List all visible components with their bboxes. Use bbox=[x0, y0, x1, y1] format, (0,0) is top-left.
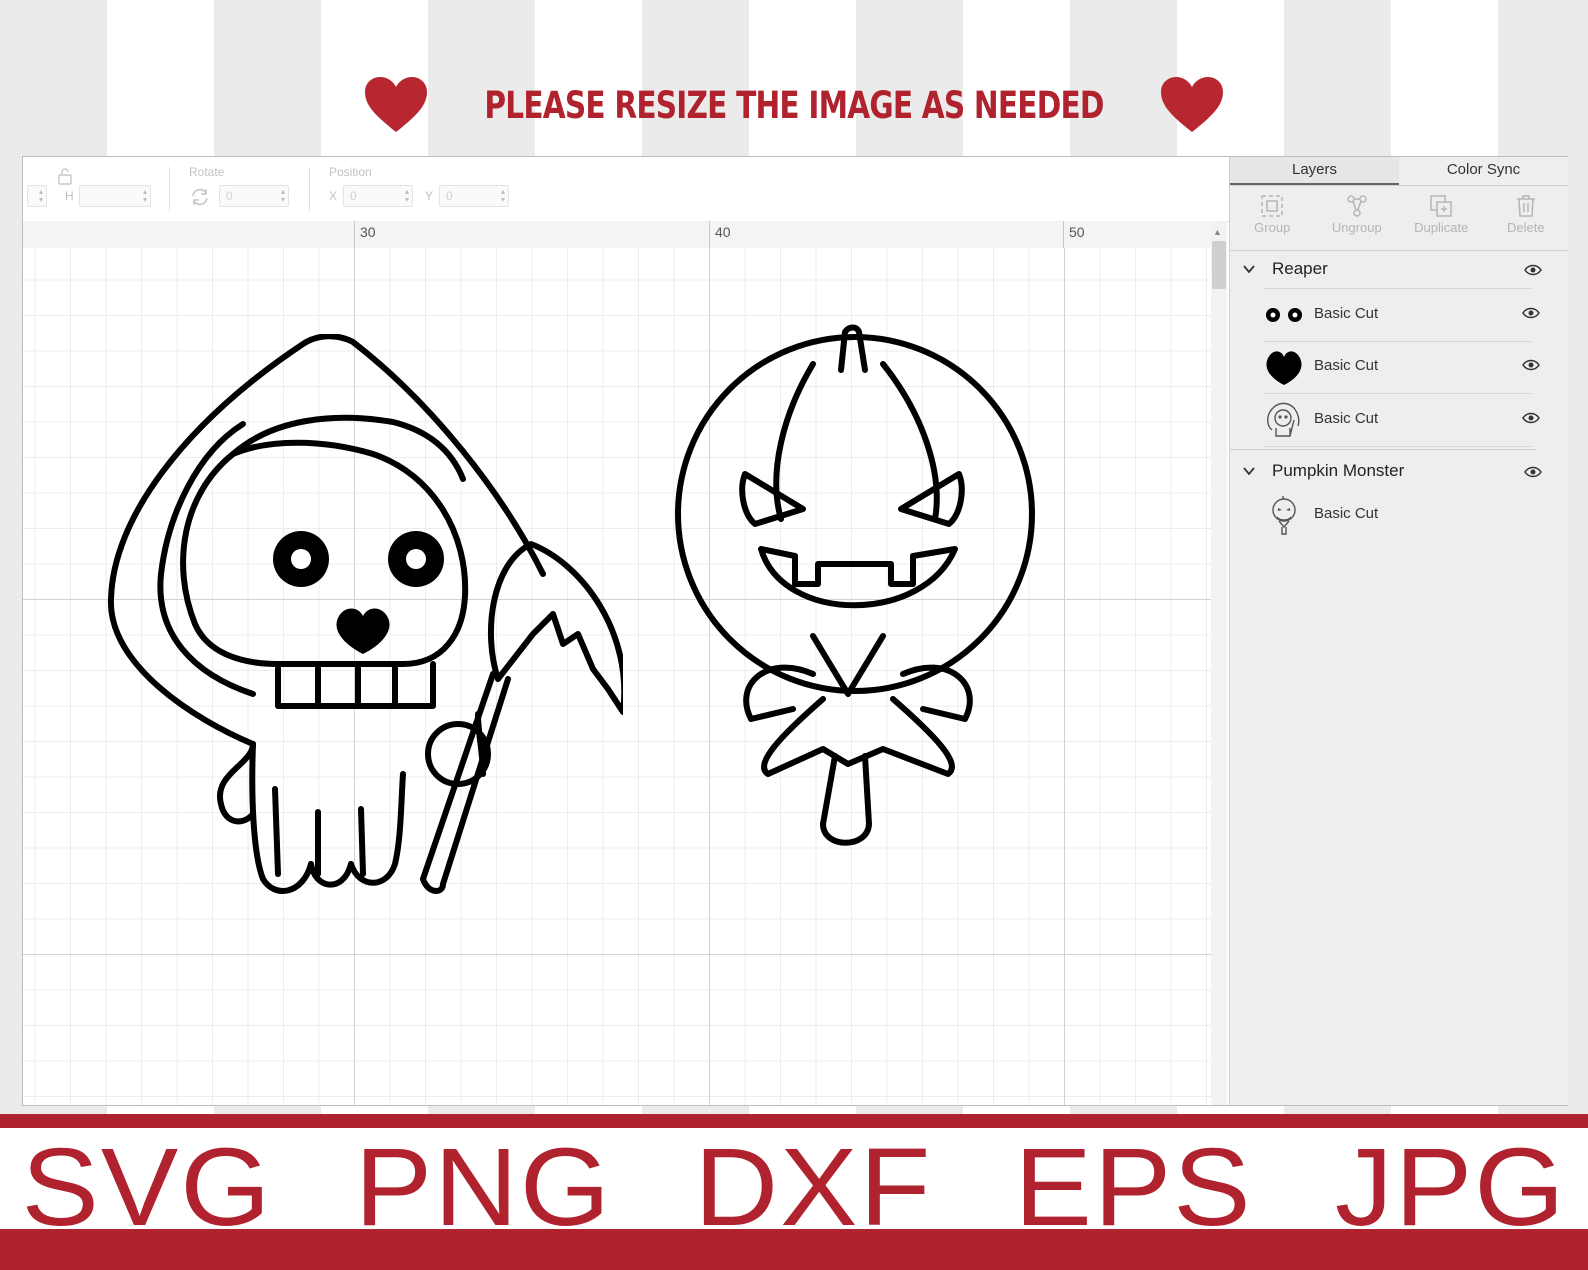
layer-actions: Group Ungroup Duplicate Delete bbox=[1230, 186, 1568, 251]
chevron-down-icon[interactable] bbox=[1242, 464, 1256, 478]
delete-button[interactable]: Delete bbox=[1484, 186, 1569, 250]
eye-icon[interactable] bbox=[1524, 466, 1542, 478]
reaper-artwork[interactable] bbox=[103, 334, 623, 904]
tab-color-sync[interactable]: Color Sync bbox=[1399, 157, 1568, 185]
layer-row[interactable]: Basic Cut bbox=[1264, 489, 1532, 541]
x-label: X bbox=[329, 189, 338, 203]
group-divider bbox=[1230, 449, 1536, 450]
x-value: 0 bbox=[350, 189, 357, 203]
ungroup-label: Ungroup bbox=[1331, 220, 1382, 235]
y-position-input[interactable]: 0 ▴ ▾ bbox=[439, 185, 509, 207]
design-app-window: ▴ ▾ H ▴ ▾ Rotate 0 ▴ ▾ Position X 0 ▴ ▾ Y 0 ▴ ▾ … bbox=[22, 156, 1568, 1106]
bottom-banner: SVG PNG DXF EPS JPG bbox=[0, 1114, 1588, 1270]
edit-toolbar: ▴ ▾ H ▴ ▾ Rotate 0 ▴ ▾ Position X 0 ▴ ▾ Y 0 ▴ ▾ bbox=[23, 157, 1245, 222]
panel-tabs: Layers Color Sync bbox=[1230, 157, 1568, 186]
horizontal-ruler: 30 40 50 bbox=[23, 221, 1227, 249]
layer-group-pumpkin-monster[interactable]: Pumpkin Monster bbox=[1230, 455, 1568, 489]
heart-icon bbox=[363, 76, 429, 134]
trash-icon bbox=[1516, 195, 1535, 217]
layer-row[interactable]: Basic Cut bbox=[1264, 288, 1540, 342]
ungroup-icon bbox=[1347, 195, 1367, 217]
position-label: Position bbox=[329, 165, 372, 179]
eyes-thumbnail bbox=[1266, 308, 1302, 322]
ruler-label: 40 bbox=[715, 224, 731, 240]
height-label: H bbox=[65, 189, 74, 203]
group-name: Pumpkin Monster bbox=[1272, 461, 1405, 480]
banner-title: PLEASE RESIZE THE IMAGE AS NEEDED bbox=[484, 83, 1104, 127]
layer-row[interactable]: Basic Cut bbox=[1264, 341, 1540, 394]
group-label: Group bbox=[1254, 220, 1291, 235]
rotate-label: Rotate bbox=[189, 165, 225, 179]
duplicate-label: Duplicate bbox=[1414, 220, 1469, 235]
duplicate-icon bbox=[1430, 195, 1452, 217]
heart-icon bbox=[1159, 76, 1225, 134]
layer-name: Basic Cut bbox=[1314, 305, 1379, 322]
lock-icon[interactable] bbox=[57, 167, 73, 190]
tab-layers[interactable]: Layers bbox=[1230, 157, 1399, 185]
rotate-value: 0 bbox=[226, 189, 233, 203]
scroll-up-icon[interactable]: ▲ bbox=[1213, 227, 1222, 237]
eye-icon[interactable] bbox=[1522, 359, 1540, 371]
ungroup-button[interactable]: Ungroup bbox=[1315, 186, 1400, 250]
group-button[interactable]: Group bbox=[1230, 186, 1315, 250]
pumpkin-thumbnail bbox=[1272, 496, 1296, 535]
layer-row[interactable]: Basic Cut bbox=[1264, 394, 1540, 447]
reaper-thumbnail bbox=[1267, 402, 1300, 437]
height-stepper[interactable]: ▴ ▾ bbox=[79, 185, 151, 207]
layers-panel: Layers Color Sync Group Ungroup Duplicat… bbox=[1229, 157, 1568, 1105]
scroll-thumb[interactable] bbox=[1212, 241, 1226, 289]
design-canvas[interactable] bbox=[23, 248, 1227, 1105]
y-value: 0 bbox=[446, 189, 453, 203]
ruler-tick bbox=[354, 221, 355, 248]
width-stepper[interactable]: ▴ ▾ bbox=[27, 185, 47, 207]
ruler-tick bbox=[1063, 221, 1064, 248]
layer-name: Basic Cut bbox=[1314, 357, 1379, 374]
toolbar-divider bbox=[309, 167, 310, 211]
pumpkin-monster-artwork[interactable] bbox=[673, 324, 1043, 854]
top-banner: PLEASE RESIZE THE IMAGE AS NEEDED bbox=[0, 70, 1588, 140]
delete-label: Delete bbox=[1506, 220, 1545, 235]
group-icon bbox=[1261, 195, 1283, 217]
duplicate-button[interactable]: Duplicate bbox=[1399, 186, 1484, 250]
layer-group-reaper[interactable]: Reaper bbox=[1230, 253, 1568, 287]
ruler-tick bbox=[709, 221, 710, 248]
chevron-down-icon[interactable] bbox=[1242, 262, 1256, 276]
eye-icon[interactable] bbox=[1524, 264, 1542, 276]
vertical-scrollbar[interactable]: ▲ bbox=[1211, 221, 1227, 1105]
file-formats-text: SVG PNG DXF EPS JPG bbox=[21, 1125, 1567, 1249]
eye-icon[interactable] bbox=[1522, 412, 1540, 424]
rotate-icon[interactable] bbox=[189, 187, 211, 212]
nose-thumbnail bbox=[1266, 351, 1302, 385]
rotate-input[interactable]: 0 ▴ ▾ bbox=[219, 185, 289, 207]
eye-icon[interactable] bbox=[1522, 307, 1540, 319]
ruler-label: 50 bbox=[1069, 224, 1085, 240]
layer-name: Basic Cut bbox=[1314, 505, 1379, 522]
toolbar-divider bbox=[169, 167, 170, 211]
layer-name: Basic Cut bbox=[1314, 410, 1379, 427]
x-position-input[interactable]: 0 ▴ ▾ bbox=[343, 185, 413, 207]
y-label: Y bbox=[425, 189, 434, 203]
group-name: Reaper bbox=[1272, 259, 1328, 278]
ruler-label: 30 bbox=[360, 224, 376, 240]
